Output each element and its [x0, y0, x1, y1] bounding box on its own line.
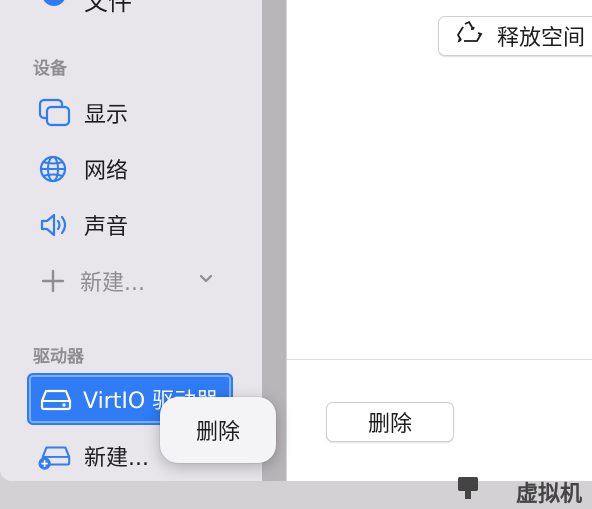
chevron-down-icon[interactable] — [198, 271, 214, 291]
speaker-icon — [38, 209, 72, 241]
plus-icon — [38, 265, 72, 297]
sidebar-item-sound[interactable]: 声音 — [38, 206, 238, 244]
delete-button[interactable]: 删除 — [326, 402, 454, 442]
section-header-drives: 驱动器 — [33, 347, 84, 367]
free-space-label: 释放空间 — [497, 26, 586, 51]
add-drive-icon — [38, 440, 72, 472]
sidebar-item-network[interactable]: 网络 — [38, 150, 238, 188]
add-device-button[interactable]: 新建... — [38, 262, 238, 300]
divider — [286, 0, 287, 481]
new-drive-label: 新建... — [84, 446, 149, 471]
dock-item-label: 虚拟机 — [516, 482, 583, 507]
app-window: 文件 设备 显示 网络 声音 新建... 驱动器 VirtIO 驱动器 新建..… — [0, 0, 592, 481]
dock-item[interactable]: 虚拟机 — [450, 475, 582, 509]
sidebar-item-label: 网络 — [84, 159, 129, 184]
sidebar-item-partial[interactable]: 文件 — [84, 0, 132, 17]
sidebar-item-display[interactable]: 显示 — [38, 94, 238, 132]
display-icon — [38, 97, 72, 129]
monitor-icon — [450, 475, 486, 509]
section-header-devices: 设备 — [33, 59, 67, 79]
sidebar-item-label: 声音 — [84, 215, 129, 240]
delete-label: 删除 — [367, 412, 412, 437]
add-device-label: 新建... — [80, 271, 145, 296]
info-icon[interactable] — [42, 0, 66, 6]
divider — [287, 359, 592, 360]
context-menu: 删除 — [160, 397, 276, 463]
globe-icon — [38, 153, 72, 185]
drive-icon — [39, 383, 73, 415]
context-menu-item-delete[interactable]: 删除 — [196, 414, 240, 446]
sidebar-item-label: 显示 — [84, 103, 129, 128]
free-space-button[interactable]: 释放空间 — [438, 16, 592, 56]
recycle-icon — [455, 20, 483, 52]
